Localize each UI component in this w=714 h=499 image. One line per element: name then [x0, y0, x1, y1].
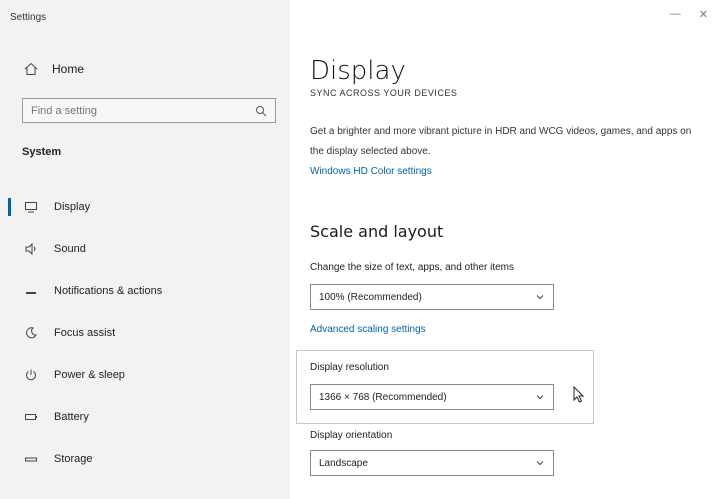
- resolution-dropdown[interactable]: 1366 × 768 (Recommended): [310, 384, 554, 410]
- storage-icon: [24, 452, 38, 466]
- advanced-scaling-link[interactable]: Advanced scaling settings: [310, 324, 426, 335]
- sidebar: Settings Home System Display Sound: [0, 0, 290, 499]
- section-label: System: [22, 146, 62, 158]
- sidebar-item-label: Storage: [54, 453, 93, 465]
- home-icon: [24, 62, 38, 76]
- resolution-value: 1366 × 768 (Recommended): [319, 391, 447, 403]
- hd-color-settings-link[interactable]: Windows HD Color settings: [310, 166, 432, 177]
- chevron-down-icon: [535, 392, 545, 402]
- orientation-label: Display orientation: [310, 430, 393, 441]
- scale-layout-heading: Scale and layout: [310, 222, 444, 241]
- sidebar-item-label: Sound: [54, 243, 86, 255]
- speaker-icon: [24, 242, 38, 256]
- monitor-icon: [24, 200, 38, 214]
- page-title: Display: [310, 56, 406, 86]
- sidebar-item-label: Display: [54, 201, 91, 213]
- orientation-dropdown[interactable]: Landscape: [310, 450, 554, 476]
- scale-label: Change the size of text, apps, and other…: [310, 262, 515, 273]
- resolution-label: Display resolution: [310, 362, 389, 373]
- chevron-down-icon: [535, 458, 545, 468]
- search-box[interactable]: [22, 98, 276, 123]
- hdr-description: Get a brighter and more vibrant picture …: [310, 126, 692, 157]
- sidebar-item-power-sleep[interactable]: Power & sleep: [0, 354, 290, 396]
- sidebar-item-storage[interactable]: Storage: [0, 438, 290, 480]
- main-content: Display SYNC ACROSS YOUR DEVICES Get a b…: [290, 0, 714, 499]
- sidebar-item-label: Focus assist: [54, 327, 116, 339]
- orientation-value: Landscape: [319, 457, 368, 469]
- app-title: Settings: [10, 12, 47, 23]
- home-nav-item[interactable]: Home: [24, 62, 84, 76]
- nav-list: Display Sound Notifications & actions Fo…: [0, 186, 290, 480]
- sync-note: SYNC ACROSS YOUR DEVICES: [310, 88, 458, 98]
- sidebar-item-label: Notifications & actions: [54, 285, 163, 297]
- search-input[interactable]: [31, 104, 255, 117]
- sidebar-item-label: Power & sleep: [54, 369, 125, 381]
- sidebar-item-focus-assist[interactable]: Focus assist: [0, 312, 290, 354]
- moon-icon: [24, 326, 38, 340]
- notifications-icon: [24, 284, 38, 298]
- sidebar-item-label: Battery: [54, 411, 89, 423]
- chevron-down-icon: [535, 292, 545, 302]
- sidebar-item-battery[interactable]: Battery: [0, 396, 290, 438]
- scale-dropdown[interactable]: 100% (Recommended): [310, 284, 554, 310]
- scale-value: 100% (Recommended): [319, 291, 422, 303]
- search-icon[interactable]: [255, 105, 267, 117]
- battery-icon: [24, 410, 38, 424]
- sidebar-item-sound[interactable]: Sound: [0, 228, 290, 270]
- mouse-cursor-icon: [572, 385, 586, 404]
- home-label: Home: [52, 62, 85, 76]
- sidebar-item-notifications[interactable]: Notifications & actions: [0, 270, 290, 312]
- sidebar-item-display[interactable]: Display: [0, 186, 290, 228]
- power-icon: [24, 368, 38, 382]
